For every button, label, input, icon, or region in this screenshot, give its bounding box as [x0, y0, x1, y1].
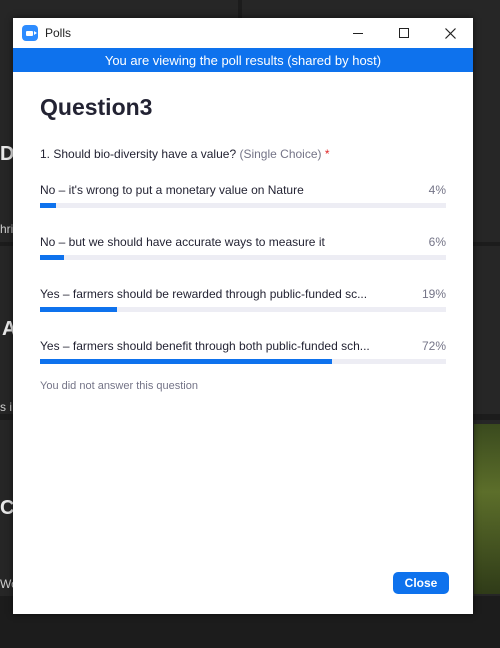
video-thumbnail — [474, 424, 500, 594]
window-title: Polls — [45, 26, 72, 40]
required-mark: * — [324, 147, 330, 161]
option-label: Yes – farmers should benefit through bot… — [40, 339, 370, 353]
zoom-camera-icon — [22, 25, 38, 41]
result-bar — [40, 203, 446, 208]
minimize-icon — [353, 32, 363, 34]
option-percent: 6% — [428, 235, 446, 249]
page-title: Question3 — [40, 94, 153, 120]
maximize-button[interactable] — [381, 18, 427, 48]
result-bar-fill — [40, 255, 65, 260]
title-bar[interactable]: Polls — [13, 18, 473, 48]
option-label: No – it's wrong to put a monetary value … — [40, 183, 304, 197]
poll-content: Question3 1. Should bio-diversity have a… — [13, 94, 473, 392]
result-bar — [40, 307, 446, 312]
option-percent: 4% — [428, 183, 446, 197]
answer-status-note: You did not answer this question — [40, 380, 198, 392]
poll-option: No – it's wrong to put a monetary value … — [40, 182, 446, 208]
close-window-button[interactable] — [427, 18, 473, 48]
result-bar — [40, 255, 446, 260]
option-percent: 72% — [421, 339, 446, 353]
poll-option: No – but we should have accurate ways to… — [40, 234, 446, 260]
result-bar — [40, 359, 446, 364]
poll-option: Yes – farmers should benefit through bot… — [40, 338, 446, 364]
maximize-icon — [399, 28, 409, 38]
option-label: No – but we should have accurate ways to… — [40, 235, 325, 249]
results-banner: You are viewing the poll results (shared… — [13, 48, 473, 72]
result-bar-fill — [40, 203, 57, 208]
close-button[interactable]: Close — [393, 572, 449, 594]
question-text: 1. Should bio-diversity have a value? (S… — [40, 147, 446, 161]
background-text: hri — [0, 222, 14, 236]
result-bar-fill — [40, 307, 118, 312]
question-type: (Single Choice) — [239, 147, 322, 161]
polls-window: Polls You are viewing the poll results (… — [13, 18, 473, 614]
poll-option: Yes – farmers should be rewarded through… — [40, 286, 446, 312]
option-percent: 19% — [421, 287, 446, 301]
question-label: 1. Should bio-diversity have a value? — [40, 147, 237, 161]
option-label: Yes – farmers should be rewarded through… — [40, 287, 368, 301]
close-icon — [444, 27, 456, 39]
minimize-button[interactable] — [335, 18, 381, 48]
result-bar-fill — [40, 359, 333, 364]
